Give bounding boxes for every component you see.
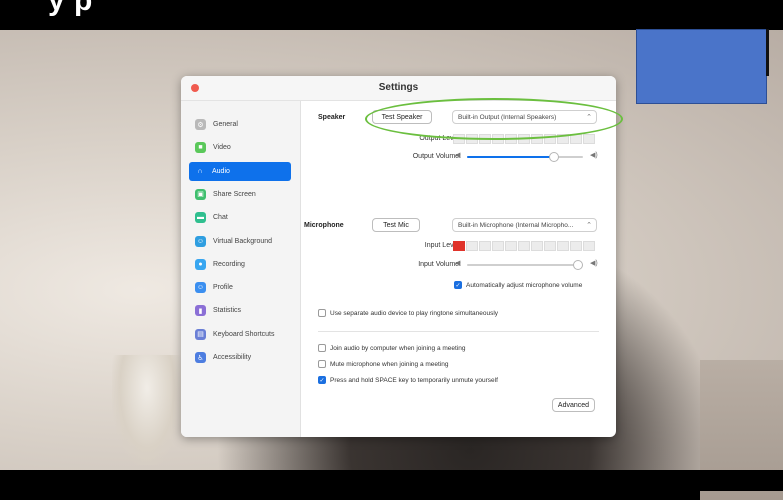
sidebar-item-label: Share Screen (213, 190, 256, 198)
level-meter-segment (492, 241, 504, 251)
video-camera-icon: ■ (195, 142, 206, 154)
sidebar-item-label: Statistics (213, 307, 242, 315)
volume-high-icon: ◀) (590, 152, 598, 159)
gear-icon: ⚙ (195, 119, 206, 130)
input-volume-slider[interactable] (467, 260, 583, 270)
sidebar-item-statistics[interactable]: ▮ Statistics (189, 301, 291, 320)
auto-adjust-mic-checkbox[interactable]: ✓ (454, 281, 462, 289)
chevron-updown-icon: ⌃ (586, 222, 592, 229)
level-meter-segment (583, 241, 595, 251)
video-thumbnail (636, 29, 767, 104)
output-volume-fill (467, 156, 554, 158)
level-meter-segment (453, 241, 465, 251)
join-audio-checkbox[interactable] (318, 344, 326, 352)
sidebar-item-label: Accessibility (213, 354, 252, 361)
speaker-label: Speaker (318, 114, 346, 121)
auto-adjust-mic-row[interactable]: ✓ Automatically adjust microphone volume (454, 281, 582, 289)
sidebar-item-keyboard-shortcuts[interactable]: ▤ Keyboard Shortcuts (189, 325, 291, 344)
keyboard-icon: ▤ (195, 328, 206, 340)
join-audio-row[interactable]: Join audio by computer when joining a me… (318, 344, 466, 352)
section-divider (318, 331, 599, 332)
space-unmute-row[interactable]: ✓ Press and hold SPACE key to temporaril… (318, 376, 498, 384)
separate-audio-device-label: Use separate audio device to play ringto… (330, 309, 499, 317)
bottom-black-bar (0, 470, 783, 491)
level-meter-segment (505, 241, 517, 251)
space-unmute-checkbox[interactable]: ✓ (318, 376, 326, 384)
share-screen-icon: ▣ (195, 188, 206, 200)
advanced-button[interactable]: Advanced (552, 398, 595, 412)
top-black-bar: y p (0, 0, 783, 30)
input-volume-label: Input Volume: (418, 261, 461, 268)
input-level-label: Input Level: (424, 242, 461, 249)
thumbnail-edge (766, 29, 769, 76)
sidebar-item-label: Chat (213, 214, 228, 222)
volume-low-icon: ◀ (455, 260, 461, 267)
level-meter-segment (466, 241, 478, 251)
sidebar-item-label: Recording (213, 260, 245, 268)
microphone-device-value: Built-in Microphone (Internal Micropho..… (458, 221, 574, 229)
level-meter-segment (583, 134, 595, 144)
sidebar-item-general[interactable]: ⚙ General (189, 115, 291, 134)
test-mic-button[interactable]: Test Mic (372, 218, 420, 232)
chat-bubble-icon: ▬ (195, 212, 206, 224)
level-meter-segment (518, 241, 530, 251)
sidebar-item-share-screen[interactable]: ▣ Share Screen (189, 185, 291, 204)
sidebar-item-chat[interactable]: ▬ Chat (189, 208, 291, 227)
level-meter-segment (570, 241, 582, 251)
sidebar-item-label: General (213, 121, 238, 128)
output-volume-slider[interactable] (467, 152, 583, 162)
microphone-label: Microphone (304, 222, 344, 229)
person-icon: ☺ (195, 282, 206, 294)
sidebar-item-video[interactable]: ■ Video (189, 138, 291, 157)
level-meter-segment (557, 241, 569, 251)
join-audio-label: Join audio by computer when joining a me… (330, 344, 466, 352)
sidebar-item-label: Virtual Background (213, 237, 273, 245)
overlay-text: y p (48, 0, 93, 17)
person-frame-icon: ☺ (195, 235, 206, 247)
microphone-device-select[interactable]: Built-in Microphone (Internal Micropho..… (452, 218, 597, 232)
mute-mic-label: Mute microphone when joining a meeting (330, 360, 449, 368)
record-icon: ● (195, 258, 206, 270)
sidebar-item-virtual-background[interactable]: ☺ Virtual Background (189, 232, 291, 251)
input-volume-thumb[interactable] (573, 260, 583, 270)
level-meter-segment (544, 241, 556, 251)
bar-chart-icon: ▮ (195, 305, 206, 317)
accessibility-icon: ♿ (195, 352, 206, 363)
headphones-icon: ∩ (197, 167, 203, 175)
highlight-annotation-ellipse (365, 98, 623, 140)
volume-high-icon: ◀) (590, 260, 598, 267)
sidebar-item-label: Profile (213, 284, 233, 292)
volume-low-icon: ◀ (455, 152, 461, 159)
settings-sidebar: ⚙ General ■ Video ∩ Audio ▣ Share Screen ▬ Chat ☺ V… (181, 101, 301, 437)
auto-adjust-mic-label: Automatically adjust microphone volume (466, 281, 583, 289)
audio-settings-panel: Speaker Test Speaker Built-in Output (In… (301, 101, 616, 437)
level-meter-segment (531, 241, 543, 251)
window-title: Settings (378, 82, 419, 93)
space-unmute-label: Press and hold SPACE key to temporarily … (330, 376, 498, 384)
level-meter-segment (479, 241, 491, 251)
separate-audio-device-row[interactable]: Use separate audio device to play ringto… (318, 309, 498, 317)
sidebar-item-profile[interactable]: ☺ Profile (189, 278, 291, 297)
sidebar-item-accessibility[interactable]: ♿ Accessibility (189, 348, 291, 367)
sidebar-item-recording[interactable]: ● Recording (189, 255, 291, 274)
sidebar-item-label: Keyboard Shortcuts (213, 330, 275, 338)
mute-mic-checkbox[interactable] (318, 360, 326, 368)
sidebar-item-label: Audio (212, 167, 230, 175)
output-volume-thumb[interactable] (549, 152, 559, 162)
sidebar-item-audio[interactable]: ∩ Audio (189, 161, 291, 181)
background-lamp (112, 355, 182, 465)
separate-audio-device-checkbox[interactable] (318, 309, 326, 317)
sidebar-item-label: Video (213, 144, 231, 152)
output-volume-label: Output Volume: (412, 153, 461, 160)
mute-mic-row[interactable]: Mute microphone when joining a meeting (318, 360, 449, 368)
input-level-meter (453, 241, 595, 251)
title-bar: Settings (181, 76, 616, 101)
